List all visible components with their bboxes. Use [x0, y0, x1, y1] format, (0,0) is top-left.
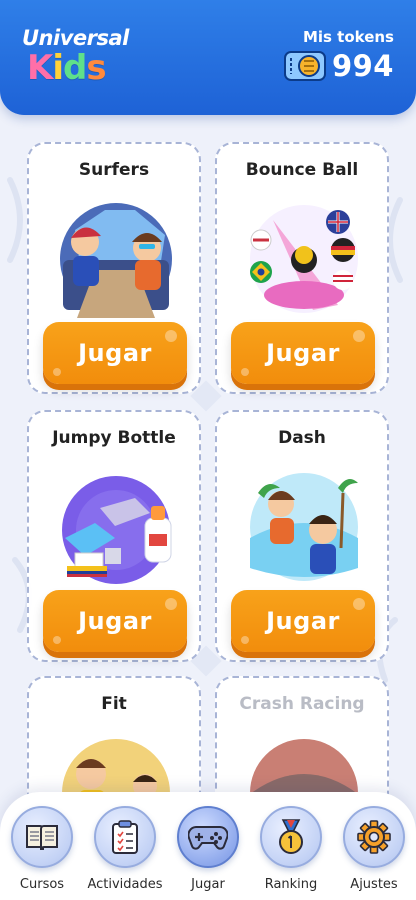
tokens-counter: 994 — [283, 48, 394, 84]
logo-text-kids: K i d s — [27, 48, 107, 88]
game-card-bounce-ball: Bounce Ball Jugar — [215, 142, 389, 394]
nav-item-ranking[interactable]: Ranking — [250, 806, 332, 898]
game-title: Crash Racing — [239, 694, 365, 714]
token-ticket-icon — [283, 51, 326, 81]
game-card-surfers: Surfers Jugar — [27, 142, 201, 394]
universal-kids-logo: Universal K i d s — [22, 26, 129, 90]
tokens-label: Mis tokens — [302, 28, 394, 46]
game-card-jumpy-bottle: Jumpy Bottle Jugar — [27, 410, 201, 662]
nav-label: Cursos — [19, 877, 65, 892]
bottom-navigation: Cursos Actividades Jugar Ranking Ajustes — [0, 792, 416, 900]
nav-item-ajustes[interactable]: Ajustes — [333, 806, 415, 898]
app-header: Universal K i d s Mis tokens 994 — [0, 0, 416, 115]
play-button[interactable]: Jugar — [43, 590, 187, 652]
game-title: Dash — [278, 428, 326, 448]
logo-text-universal: Universal — [22, 26, 129, 50]
game-title: Surfers — [78, 160, 150, 180]
tokens-value: 994 — [331, 49, 394, 83]
nav-button-ajustes[interactable] — [343, 806, 405, 868]
nav-item-cursos[interactable]: Cursos — [1, 806, 83, 898]
play-button[interactable]: Jugar — [43, 322, 187, 384]
game-title: Fit — [101, 694, 127, 714]
nav-item-actividades[interactable]: Actividades — [84, 806, 166, 898]
gamepad-icon — [188, 826, 228, 850]
nav-button-cursos[interactable] — [11, 806, 73, 868]
book-icon — [26, 825, 58, 851]
bounce-ball-game-art — [250, 205, 358, 313]
nav-label: Jugar — [191, 877, 225, 892]
games-grid: Surfers Jugar Bounce Ball Jugar Jumpy Bo… — [0, 0, 416, 900]
play-button[interactable]: Jugar — [231, 590, 375, 652]
nav-item-jugar[interactable]: Jugar — [167, 806, 249, 898]
game-title: Bounce Ball — [245, 160, 359, 180]
nav-label: Actividades — [87, 877, 163, 892]
play-button[interactable]: Jugar — [231, 322, 375, 384]
game-title: Jumpy Bottle — [52, 428, 176, 448]
medal-icon — [279, 819, 303, 854]
dash-game-art — [250, 473, 358, 581]
nav-button-actividades[interactable] — [94, 806, 156, 868]
game-card-dash: Dash Jugar — [215, 410, 389, 662]
clipboard-icon — [112, 820, 138, 854]
jumpy-bottle-game-art — [62, 476, 172, 584]
gear-icon — [357, 820, 391, 854]
nav-button-jugar[interactable] — [177, 806, 239, 868]
surfers-game-art — [60, 203, 172, 318]
nav-button-ranking[interactable] — [260, 806, 322, 868]
nav-label: Ranking — [264, 877, 318, 892]
nav-label: Ajustes — [350, 877, 398, 892]
